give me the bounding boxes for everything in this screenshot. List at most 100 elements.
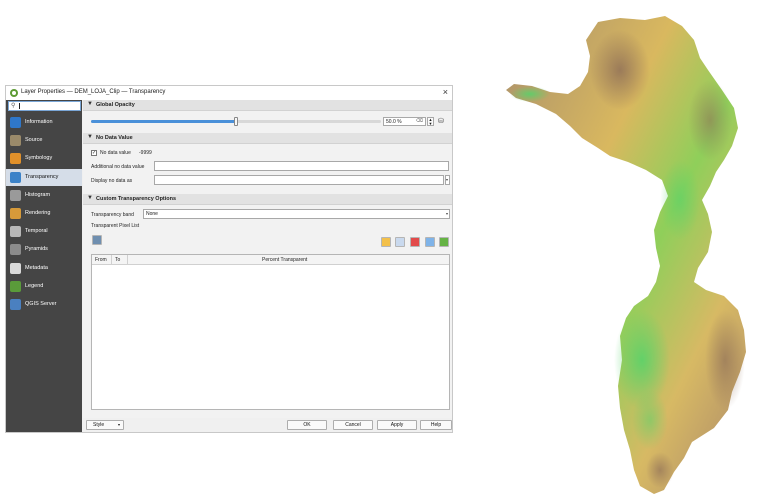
remove-row-icon[interactable] [410,237,420,247]
transparency-band-select[interactable]: None ▾ [143,209,450,219]
section-custom-transparency[interactable]: ▼ Custom Transparency Options [83,194,452,205]
add-row-icon[interactable] [439,237,449,247]
collapse-arrow-icon: ▼ [87,195,93,201]
sidebar-item-label: Rendering [25,210,51,216]
sidebar-item-source[interactable]: Source [6,132,82,149]
help-button[interactable]: Help [420,420,452,430]
source-icon [10,135,21,147]
clear-icon[interactable]: ⌫ [416,118,423,124]
table-header: From To Percent Transparent [92,255,449,265]
additional-no-data-input[interactable] [154,161,449,171]
sidebar-item-label: Histogram [25,191,51,198]
dialog-titlebar: Layer Properties — DEM_LOJA_Clip — Trans… [6,86,452,100]
sidebar-item-pyramids[interactable]: Pyramids [6,241,82,258]
highland-zone [646,452,674,488]
layer-properties-dialog: Layer Properties — DEM_LOJA_Clip — Trans… [5,85,453,433]
no-data-label: No data value [100,150,131,156]
column-header-percent-transparent[interactable]: Percent Transparent [262,257,307,263]
sidebar-item-rendering[interactable]: Rendering [6,205,82,222]
qgis-logo-icon [10,89,18,97]
opacity-slider-handle[interactable] [234,117,238,126]
section-title: Global Opacity [96,102,135,108]
metadata-icon [10,262,21,274]
sidebar-item-histogram[interactable]: Histogram [6,187,82,204]
sidebar-item-information[interactable]: Information [6,114,82,131]
sidebar-item-qgis-server[interactable]: QGIS Server [6,296,82,313]
search-icon: ⚲ [11,103,16,109]
open-folder-icon[interactable] [381,237,391,247]
column-divider [127,255,128,264]
symbology-icon [10,153,21,165]
cancel-button[interactable]: Cancel [333,420,373,430]
sidebar-item-label: Symbology [25,155,53,162]
close-button[interactable]: × [443,87,448,97]
export-table-icon[interactable] [395,237,405,247]
style-button-label: Style [93,422,105,428]
data-defined-override-icon[interactable]: ⛁ [438,117,448,126]
highland-zone [590,30,650,110]
valley-green-zone [632,390,668,450]
temporal-icon [10,226,21,238]
display-no-data-label: Display no data as [91,178,133,184]
collapse-arrow-icon: ▼ [87,101,93,107]
highland-zone [688,80,732,160]
apply-button[interactable]: Apply [377,420,417,430]
sidebar-item-label: Source [25,137,43,144]
valley-green-zone [660,160,700,240]
opacity-value: 50.0 % [386,119,402,125]
histogram-icon [10,189,21,201]
no-data-color-button[interactable] [154,175,444,185]
highland-zone [705,310,745,410]
section-title: No Data Value [96,135,133,141]
opacity-slider[interactable] [91,117,381,126]
transparency-icon [10,171,21,183]
spin-arrows-icon[interactable]: ▲ ▼ [427,117,434,126]
section-title: Custom Transparency Options [96,196,177,202]
sidebar-item-label: QGIS Server [25,301,57,307]
column-header-to[interactable]: To [115,257,120,263]
section-no-data-value[interactable]: ▼ No Data Value [83,133,452,144]
no-data-checkbox[interactable]: ✓ [91,150,97,156]
pyramids-icon [10,244,21,256]
color-dropdown-button[interactable]: ▾ [445,175,450,185]
dem-raster-layer [506,16,746,494]
sidebar-item-temporal[interactable]: Temporal [6,223,82,240]
save-pixel-list-icon[interactable] [92,235,102,245]
chevron-down-icon: ▾ [117,422,120,427]
sidebar-item-label: Transparency [25,173,59,180]
sidebar-item-label: Legend [25,282,44,289]
collapse-arrow-icon: ▼ [87,134,93,140]
transparency-band-value: None [146,211,158,217]
sidebar-item-transparency[interactable]: Transparency [6,168,82,186]
sidebar: ⚲ Information Source Symbology Transparency… [6,100,82,432]
opacity-spinbox[interactable]: 50.0 % ⌫ [383,117,426,126]
style-menu-button[interactable]: Style ▾ [86,420,124,430]
opacity-slider-fill [91,120,236,123]
column-divider [111,255,112,264]
sidebar-item-metadata[interactable]: Metadata [6,260,82,277]
lowland-green-zone [510,86,550,102]
section-global-opacity[interactable]: ▼ Global Opacity [83,100,452,111]
transparent-pixel-table[interactable]: From To Percent Transparent [91,254,450,410]
dem-map-view [506,16,746,494]
transparent-pixel-list-label: Transparent Pixel List [91,223,140,229]
sidebar-item-label: Metadata [25,264,48,271]
sidebar-item-symbology[interactable]: Symbology [6,150,82,167]
sidebar-item-label: Information [25,119,53,125]
add-values-from-display-icon[interactable] [425,237,435,247]
legend-icon [10,280,21,292]
chevron-down-icon: ▾ [445,211,448,216]
transparency-panel: ▼ Global Opacity 50.0 % ⌫ ▲ ▼ ⛁ ▼ No Data… [83,100,452,418]
rendering-icon [10,208,21,219]
additional-no-data-label: Additional no data value [91,164,145,170]
information-icon [10,117,21,128]
chevron-down-icon: ▾ [445,177,448,182]
sidebar-item-legend[interactable]: Legend [6,278,82,295]
sidebar-search-input[interactable]: ⚲ [8,101,81,111]
qgis-server-icon [10,299,21,310]
ok-button[interactable]: OK [287,420,327,430]
dialog-button-bar: Style ▾ OK Cancel Apply Help [83,418,452,432]
sidebar-item-label: Temporal [25,228,48,235]
transparency-band-label: Transparency band [91,212,134,218]
column-header-from[interactable]: From [95,257,107,263]
